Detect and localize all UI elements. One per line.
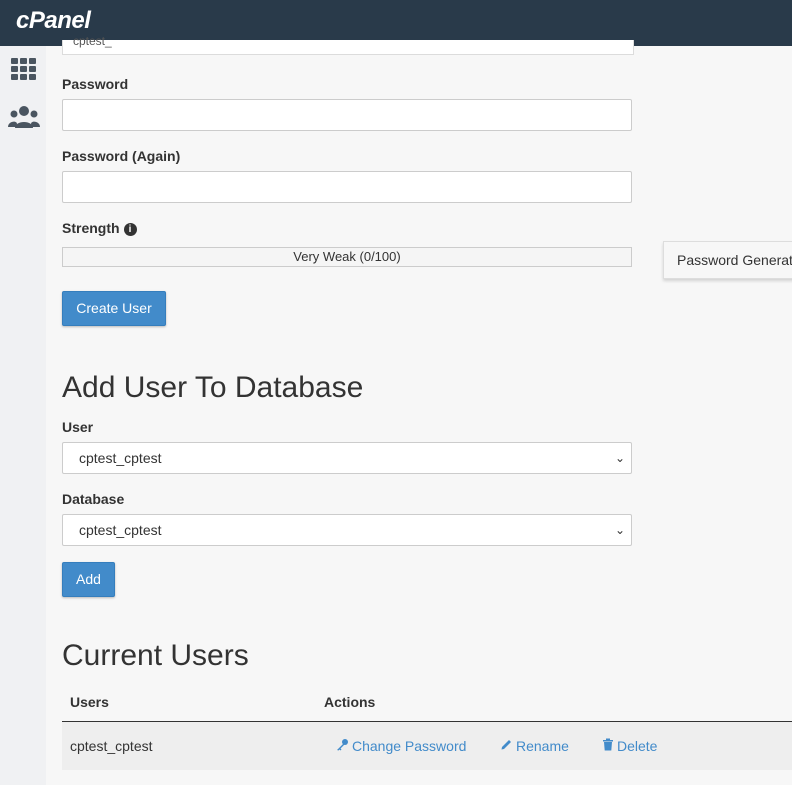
cpanel-logo[interactable]: cPanel	[16, 7, 91, 35]
delete-label: Delete	[617, 738, 658, 754]
strength-label-row: Strength i	[62, 220, 137, 236]
sidebar	[0, 46, 47, 785]
column-header-actions: Actions	[324, 694, 376, 710]
database-select-value: cptest_cptest	[79, 522, 162, 538]
user-label: User	[62, 419, 94, 435]
trash-icon	[602, 738, 614, 754]
chevron-down-icon: ⌄	[614, 451, 625, 465]
user-name-cell: cptest_cptest	[70, 738, 153, 754]
add-user-to-database-heading: Add User To Database	[62, 371, 364, 404]
add-button[interactable]: Add	[62, 562, 115, 597]
database-label: Database	[62, 491, 125, 507]
username-partial-value: cptest_	[73, 34, 112, 48]
chevron-down-icon: ⌄	[614, 523, 625, 537]
password-label: Password	[62, 76, 129, 92]
current-users-heading: Current Users	[62, 639, 249, 672]
username-field[interactable]: cptest_	[62, 34, 634, 55]
column-header-users[interactable]: Users	[70, 694, 109, 710]
key-icon	[336, 738, 349, 754]
user-select-value: cptest_cptest	[79, 450, 162, 466]
pencil-icon	[500, 738, 513, 754]
info-icon[interactable]: i	[123, 223, 137, 236]
change-password-label: Change Password	[352, 738, 467, 754]
table-row: cptest_cptest Change Password Rename Del…	[62, 722, 792, 770]
main-content: cptest_ Password Password (Again) Streng…	[46, 34, 792, 785]
password-generator-button[interactable]: Password Generat	[663, 241, 792, 279]
user-select[interactable]: cptest_cptest ⌄	[62, 442, 632, 474]
database-select[interactable]: cptest_cptest ⌄	[62, 514, 632, 546]
rename-label: Rename	[516, 738, 569, 754]
users-icon[interactable]	[8, 102, 40, 134]
rename-link[interactable]: Rename	[500, 738, 569, 754]
password-field[interactable]	[62, 99, 632, 131]
delete-link[interactable]: Delete	[602, 738, 657, 754]
users-table-header: Users Actions	[62, 687, 792, 723]
change-password-link[interactable]: Change Password	[336, 738, 466, 754]
password-again-field[interactable]	[62, 171, 632, 203]
create-user-button[interactable]: Create User	[62, 291, 166, 326]
strength-text: Very Weak (0/100)	[293, 249, 401, 264]
grid-icon[interactable]	[8, 54, 40, 86]
password-again-label: Password (Again)	[62, 148, 181, 164]
strength-meter: Very Weak (0/100)	[62, 247, 632, 267]
strength-label: Strength	[62, 220, 120, 236]
